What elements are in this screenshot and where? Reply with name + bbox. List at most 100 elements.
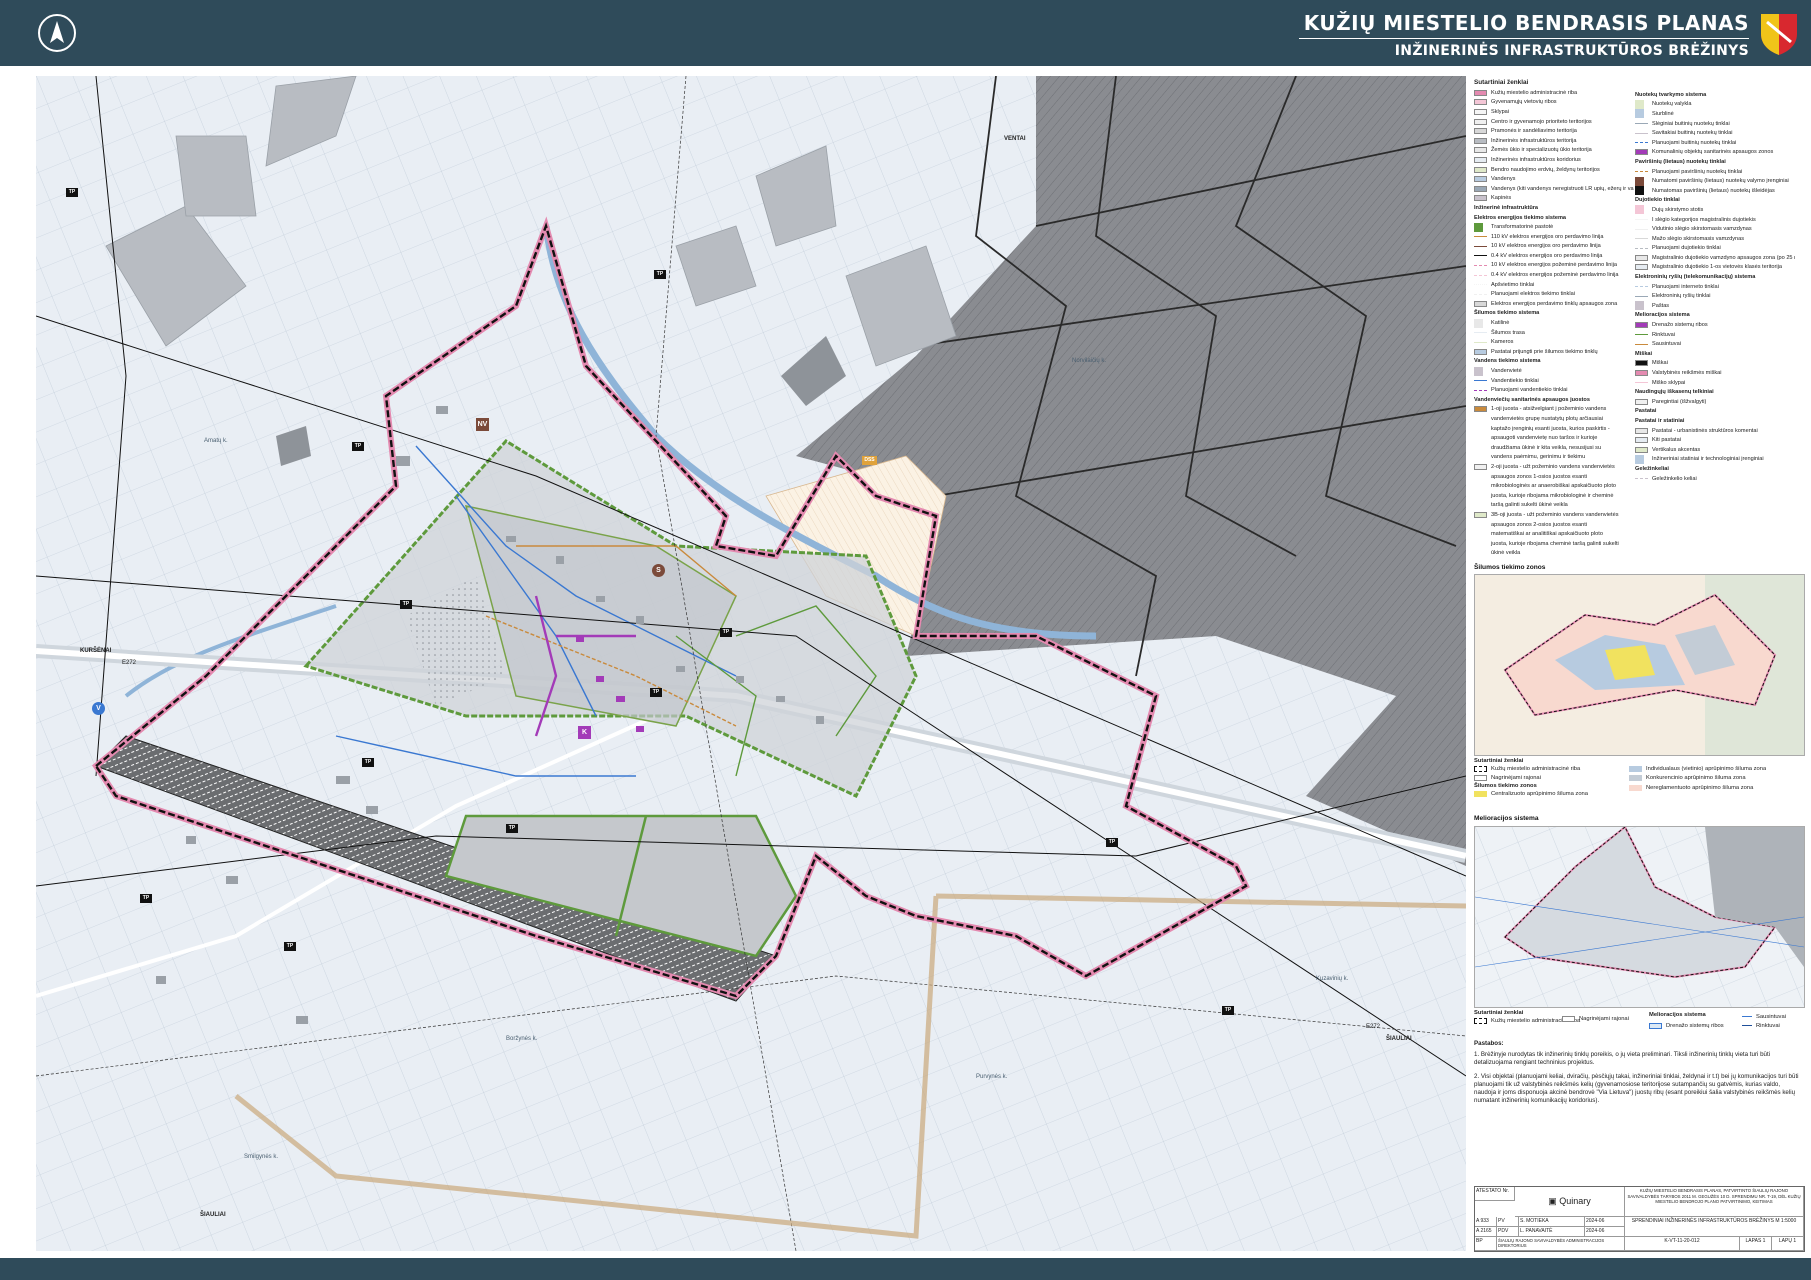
page-header: KUŽIŲ MIESTELIO BENDRASIS PLANAS INŽINER… bbox=[0, 0, 1811, 66]
fill-swatch-icon bbox=[1635, 360, 1648, 367]
note-2: 2. Visi objektai (planuojami keliai, dvi… bbox=[1474, 1072, 1799, 1105]
fill-swatch-icon bbox=[1474, 118, 1487, 125]
fill-swatch-icon bbox=[1635, 254, 1648, 261]
fill-swatch-icon bbox=[1474, 348, 1487, 355]
legend-row: Valstybinės reikšmės miškai bbox=[1635, 368, 1795, 378]
legend-row: Paregintiai (išžvalgyti) bbox=[1635, 397, 1795, 407]
transformer-station-icon[interactable]: TP bbox=[1222, 1006, 1234, 1015]
pump-station-icon[interactable]: S bbox=[652, 564, 665, 577]
legend-row: Bendro naudojimo erdvių, želdynų teritor… bbox=[1474, 165, 1634, 175]
central-heat-swatch-icon bbox=[1474, 790, 1487, 797]
legend-label: Paviršinių (lietaus) nuotekų tinklai bbox=[1635, 158, 1726, 165]
place-label: Smilgynės k. bbox=[244, 1154, 279, 1160]
legend-label: Dujų skirstymo stotis bbox=[1652, 206, 1704, 213]
municipality-crest-icon bbox=[1759, 12, 1799, 56]
legend-label: Pastatai - urbanistinės struktūros komen… bbox=[1652, 427, 1758, 434]
legend-label: Elektros energijos tiekimo sistema bbox=[1474, 214, 1567, 221]
place-label: Purvynės k. bbox=[976, 1074, 1008, 1080]
role-code: PV bbox=[1497, 1217, 1519, 1227]
legend-row: 3B-oji juosta - užt požeminio vandens va… bbox=[1474, 510, 1634, 520]
legend-row: Dujų skirstymo stotis bbox=[1635, 205, 1795, 215]
gas-station-icon[interactable]: DSS bbox=[862, 456, 877, 465]
legend-section-heading: Inžinerinė infrastruktūra bbox=[1474, 203, 1634, 213]
legend-label: Paregintiai (išžvalgyti) bbox=[1652, 398, 1707, 405]
transformer-station-icon[interactable]: TP bbox=[66, 188, 78, 197]
transformer-station-icon[interactable]: TP bbox=[650, 688, 662, 697]
legend-row: Vidutinio slėgio skirstomasis vamzdynas bbox=[1635, 224, 1795, 234]
legend-row: Inžinerinės infrastruktūros koridorius bbox=[1474, 155, 1634, 165]
stage: BP bbox=[1475, 1237, 1497, 1251]
transformer-station-icon[interactable]: TP bbox=[654, 270, 666, 279]
page-subtitle: INŽINERINĖS INFRASTRUKTŪROS BRĖŽINYS bbox=[1394, 43, 1749, 59]
legend-label: Vandentiekio tinklai bbox=[1491, 377, 1539, 384]
transformer-station-icon[interactable]: TP bbox=[284, 942, 296, 951]
wastewater-plant-icon[interactable]: NV bbox=[476, 418, 489, 431]
legend-row: Planuojami vandentiekio tinklai bbox=[1474, 385, 1634, 395]
boiler-house-icon[interactable]: K bbox=[578, 726, 591, 739]
boundary-swatch-icon bbox=[1474, 765, 1487, 772]
dashed-line-swatch-icon bbox=[1635, 247, 1648, 249]
line-swatch-icon bbox=[1635, 334, 1648, 336]
symbol-swatch-icon bbox=[1635, 205, 1644, 215]
fill-swatch-icon bbox=[1635, 370, 1648, 377]
melioration-inset[interactable] bbox=[1474, 826, 1805, 1008]
legend-row: Mažo slėgio skirstomasis vamzdynas bbox=[1635, 234, 1795, 244]
legend-section-heading: Vandenviečių sanitarinės apsaugos juosto… bbox=[1474, 395, 1634, 405]
legend-section-heading: Pastatai ir statiniai bbox=[1635, 416, 1795, 426]
legend-row: 2-oji juosta - užt požeminio vandens van… bbox=[1474, 462, 1634, 472]
transformer-station-icon[interactable]: TP bbox=[140, 894, 152, 903]
transformer-station-icon[interactable]: TP bbox=[720, 628, 732, 637]
place-label: ŠIAULIAI bbox=[1386, 1036, 1412, 1042]
symbol-swatch-icon bbox=[1474, 318, 1483, 328]
drawing-title: SPRENDINIAI INŽINERINĖS INFRASTRUKTŪROS … bbox=[1625, 1217, 1804, 1237]
legend-label: 3B-oji juosta - užt požeminio vandens va… bbox=[1491, 511, 1619, 518]
district-swatch-icon bbox=[1474, 775, 1487, 782]
legend-section-heading: Elektroninių ryšių (telekomunikacijų) si… bbox=[1635, 272, 1795, 282]
map-canvas[interactable]: Amatų k. Norvilaičių k. KURŠĖNAI E272 ŠI… bbox=[36, 76, 1466, 1251]
legend-label: Paštas bbox=[1652, 302, 1670, 309]
fill-swatch-icon bbox=[1474, 89, 1487, 96]
legend-section-heading: Naudingųjų iškasenų telkiniai bbox=[1635, 387, 1795, 397]
legend-label: Geležinkelio keliai bbox=[1652, 475, 1697, 482]
fill-swatch-icon bbox=[1635, 427, 1648, 434]
legend-row: Nuotekų valykla bbox=[1635, 99, 1795, 110]
legend-row: ūkinė veikla bbox=[1474, 549, 1634, 559]
transformer-station-icon[interactable]: TP bbox=[352, 442, 364, 451]
notes-title: Pastabos: bbox=[1474, 1040, 1504, 1047]
legend-row: Vertikalus akcentas bbox=[1635, 445, 1795, 455]
legend-row: Slėginiai buitinių nuotekų tinklai bbox=[1635, 119, 1795, 129]
legend-label: Rinktuvai bbox=[1756, 1022, 1780, 1029]
legend-section-heading: Geležinkeliai bbox=[1635, 464, 1795, 474]
legend-label: Vidutinio slėgio skirstomasis vamzdynas bbox=[1652, 226, 1752, 233]
legend-row: Numatomas paviršinių (lietaus) nuotekų i… bbox=[1635, 186, 1795, 196]
legend-label: Sausintuvai bbox=[1756, 1013, 1786, 1020]
transformer-station-icon[interactable]: TP bbox=[400, 600, 412, 609]
legend-row: Vandenvietė bbox=[1474, 366, 1634, 376]
transformer-station-icon[interactable]: TP bbox=[506, 824, 518, 833]
legend-section-heading: Elektros energijos tiekimo sistema bbox=[1474, 213, 1634, 223]
legend-label: Naudingųjų iškasenų telkiniai bbox=[1635, 389, 1714, 396]
legend-section-heading: Dujotiekio tinklai bbox=[1635, 196, 1795, 206]
transformer-station-icon[interactable]: TP bbox=[1106, 838, 1118, 847]
legend-label: vandenvietės grupę nustatytų plotų arčia… bbox=[1491, 415, 1603, 422]
heat-supply-inset[interactable] bbox=[1474, 574, 1805, 756]
page-title: KUŽIŲ MIESTELIO BENDRASIS PLANAS bbox=[1303, 11, 1749, 35]
fill-swatch-icon bbox=[1635, 149, 1648, 156]
fill-swatch-icon bbox=[1474, 137, 1487, 144]
legend-label: Sklypai bbox=[1491, 108, 1510, 115]
water-intake-icon[interactable]: V bbox=[92, 702, 105, 715]
company-logo: ▣ Quinary bbox=[1515, 1187, 1625, 1217]
legend-label: Gyvenamųjų vietovių ribos bbox=[1491, 99, 1557, 106]
fill-swatch-icon bbox=[1635, 322, 1648, 329]
legend-column-right: Nuotekų tvarkymo sistema Nuotekų valykla S… bbox=[1635, 90, 1795, 483]
line-swatch-icon bbox=[1635, 343, 1648, 345]
legend-row: Rinktuvai bbox=[1742, 1021, 1780, 1031]
legend-label: Elektros energijos perdavimo tinklų apsa… bbox=[1491, 300, 1618, 307]
legend-section-heading: Paviršinių (lietaus) nuotekų tinklai bbox=[1635, 157, 1795, 167]
legend-row: 110 kV elektros energijos oro perdavimo … bbox=[1474, 232, 1634, 242]
person-name: L. PANAVAITĖ bbox=[1519, 1227, 1585, 1237]
collector-swatch-icon bbox=[1742, 1025, 1752, 1027]
transformer-station-icon[interactable]: TP bbox=[362, 758, 374, 767]
legend-row: vandenvietės grupę nustatytų plotų arčia… bbox=[1474, 414, 1634, 424]
fill-swatch-icon bbox=[1474, 406, 1487, 413]
